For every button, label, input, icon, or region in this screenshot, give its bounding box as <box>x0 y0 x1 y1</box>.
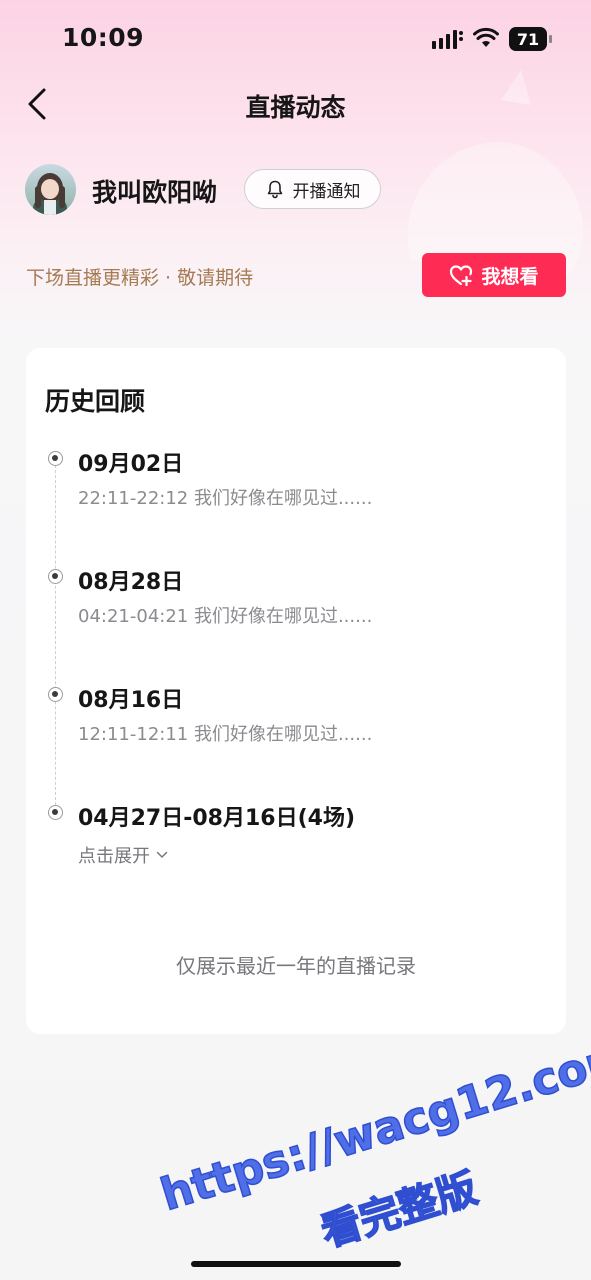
avatar[interactable] <box>25 164 76 215</box>
timeline-dot <box>48 687 63 702</box>
want-to-watch-button[interactable]: 我想看 <box>422 253 566 297</box>
history-title: 历史回顾 <box>45 387 146 416</box>
chevron-down-icon <box>156 851 168 858</box>
history-date: 09月02日 <box>78 452 184 477</box>
expand-label: 点击展开 <box>78 846 150 867</box>
host-name[interactable]: 我叫欧阳呦 <box>92 173 217 209</box>
watermark: https://wacg12.com 看完整版 <box>154 1029 591 1260</box>
home-indicator <box>191 1261 401 1267</box>
expand-button[interactable]: 点击展开 <box>78 842 168 868</box>
page-title: 直播动态 <box>245 93 346 122</box>
history-detail: 22:11-22:12 我们好像在哪见过...... <box>78 488 373 509</box>
bell-icon <box>267 180 282 199</box>
cellular-signal-icon <box>432 30 463 49</box>
status-time: 10:09 <box>62 23 145 52</box>
history-footnote: 仅展示最近一年的直播记录 <box>176 954 416 978</box>
history-detail: 12:11-12:11 我们好像在哪见过...... <box>78 724 373 745</box>
next-live-text: 下场直播更精彩 · 敬请期待 <box>26 267 254 289</box>
timeline-dot <box>48 569 63 584</box>
wifi-icon <box>473 27 499 47</box>
history-detail: 04:21-04:21 我们好像在哪见过...... <box>78 606 373 627</box>
notify-button[interactable]: 开播通知 <box>244 169 381 209</box>
history-date: 08月16日 <box>78 688 184 713</box>
heart-plus-icon <box>450 265 473 286</box>
watermark-text: 看完整版 <box>315 1165 483 1257</box>
timeline-dot <box>48 805 63 820</box>
battery-level: 71 <box>509 27 547 51</box>
notify-button-label: 开播通知 <box>292 181 361 202</box>
history-date: 08月28日 <box>78 570 184 595</box>
history-group-date: 04月27日-08月16日(4场) <box>78 806 356 831</box>
history-card: 历史回顾 09月02日 22:11-22:12 我们好像在哪见过...... 0… <box>26 348 566 1034</box>
timeline-dot <box>48 451 63 466</box>
status-bar: 10:09 71 <box>0 0 591 80</box>
battery-icon: 71 <box>509 27 553 51</box>
want-to-watch-label: 我想看 <box>481 265 539 288</box>
timeline-line <box>55 460 56 810</box>
